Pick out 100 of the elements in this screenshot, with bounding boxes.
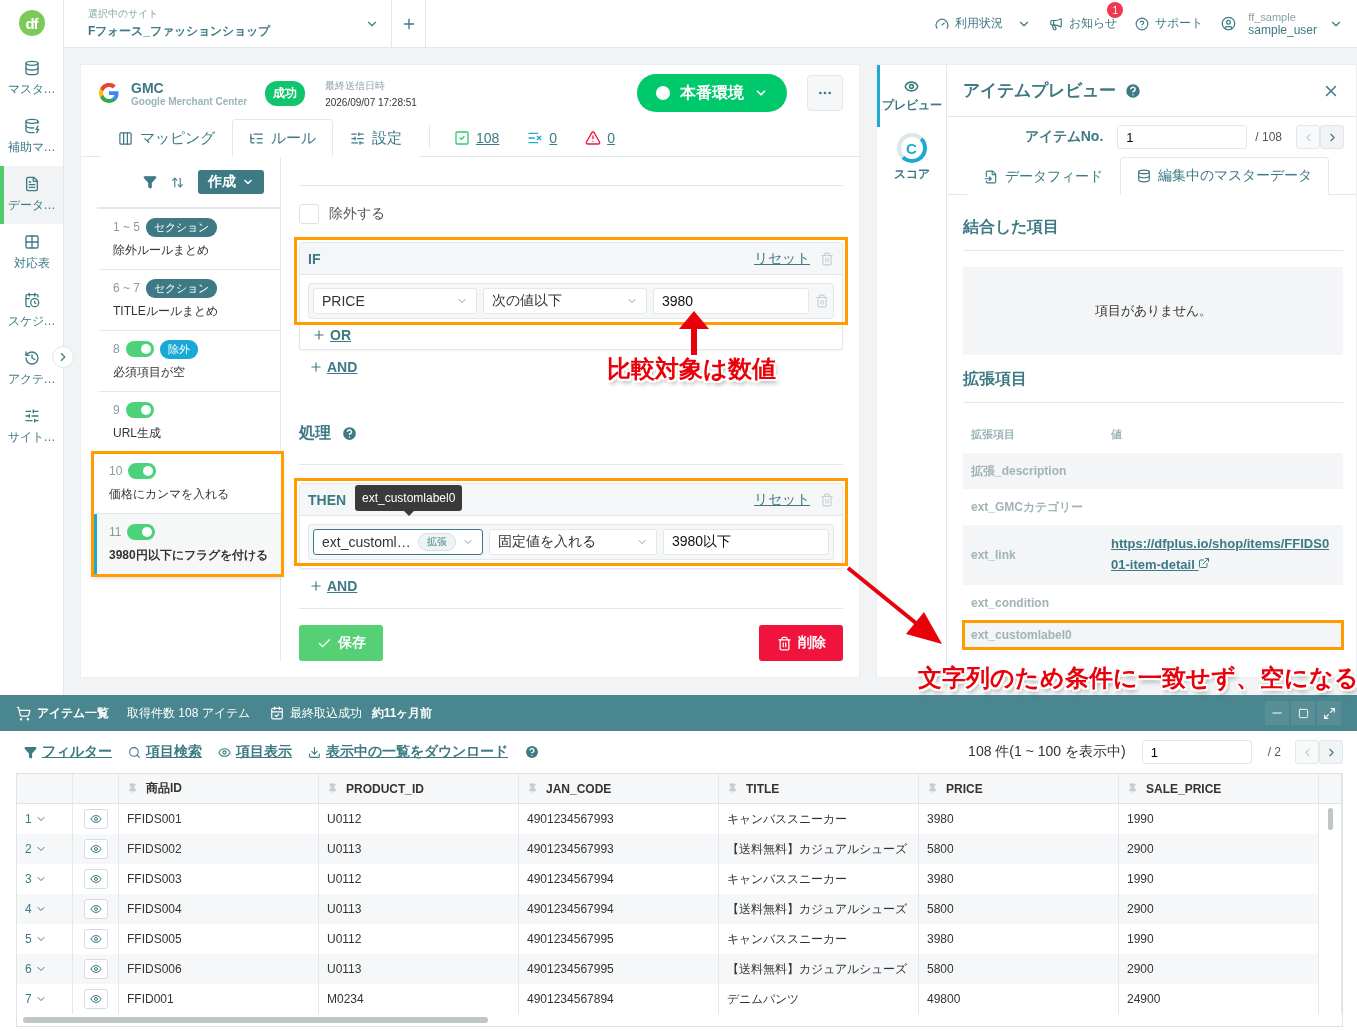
reset-link[interactable]: リセット	[754, 249, 810, 268]
panel-title: アイテムプレビュー	[963, 80, 1116, 102]
prev-button[interactable]	[1295, 740, 1319, 764]
row-expander[interactable]: 4	[25, 902, 47, 916]
toggle-switch[interactable]	[127, 524, 156, 540]
column-header[interactable]: 商品ID	[119, 774, 319, 804]
header-menu-item[interactable]: 利用状況	[935, 15, 1032, 32]
count-link[interactable]: 0	[527, 130, 558, 146]
trash-icon[interactable]	[815, 294, 829, 308]
restore-button[interactable]	[1291, 701, 1315, 725]
field-select[interactable]: PRICE	[313, 288, 477, 314]
preview-button[interactable]	[83, 899, 108, 919]
value-field[interactable]: 3980	[653, 288, 809, 314]
toggle-switch[interactable]	[128, 463, 157, 479]
rule-item[interactable]: 10 価格にカンマを入れる	[93, 453, 282, 514]
eye-icon	[89, 903, 102, 915]
table-cell: FFIDS002	[119, 834, 319, 864]
pin-icon[interactable]	[527, 783, 538, 794]
preview-button[interactable]	[83, 839, 108, 859]
add-and-link[interactable]: AND	[309, 359, 358, 375]
nav-item[interactable]: マスタ…	[0, 50, 63, 108]
preview-button[interactable]	[83, 869, 108, 889]
nav-item[interactable]: 対応表	[0, 224, 63, 282]
field-select[interactable]: ext_customl… 拡張	[313, 529, 483, 555]
rule-item[interactable]: 11 3980円以下にフラグを付ける	[93, 514, 282, 575]
value-field[interactable]: 3980以下	[663, 529, 829, 555]
column-header[interactable]: SALE_PRICE	[1119, 774, 1319, 804]
item-total: / 108	[1255, 130, 1282, 144]
toggle-switch[interactable]	[125, 402, 154, 418]
maximize-button[interactable]	[1317, 701, 1341, 725]
trash-icon[interactable]	[820, 251, 834, 266]
row-expander[interactable]: 2	[25, 842, 47, 856]
help-icon[interactable]	[1124, 81, 1142, 100]
preview-button[interactable]	[83, 929, 108, 949]
column-header[interactable]: PRODUCT_ID	[319, 774, 519, 804]
rule-tag: セクション	[146, 278, 218, 298]
pin-icon[interactable]	[927, 783, 938, 794]
reset-link[interactable]: リセット	[754, 490, 810, 509]
nav-item[interactable]: スケジ…	[0, 282, 63, 340]
preview-button[interactable]	[83, 989, 108, 1009]
expand-button[interactable]	[52, 346, 74, 368]
user-menu[interactable]: ff_sample sample_user	[1221, 10, 1343, 37]
trash-icon[interactable]	[820, 492, 834, 507]
site-name: Fフォース_ファッションショップ	[88, 23, 270, 40]
create-button[interactable]: 作成	[198, 170, 264, 194]
side-tab[interactable]: プレビュー	[877, 65, 946, 127]
column-header[interactable]: JAN_CODE	[519, 774, 719, 804]
action-link[interactable]: フィルター	[24, 743, 112, 761]
prev-button[interactable]	[1296, 125, 1320, 149]
exclude-checkbox[interactable]	[299, 204, 319, 224]
header-menu-item[interactable]: お知らせ	[1049, 15, 1118, 32]
operator-select[interactable]: 固定値を入れる	[489, 529, 657, 555]
toggle-switch[interactable]	[125, 341, 154, 357]
nav-item[interactable]: 補助マ…	[0, 108, 63, 166]
row-expander[interactable]: 7	[25, 992, 47, 1006]
pin-icon[interactable]	[327, 783, 338, 794]
side-tab[interactable]: C スコア	[877, 127, 946, 189]
section-title: 結合した項目	[963, 195, 1343, 251]
rule-name: 3980円以下にフラグを付ける	[109, 547, 269, 564]
pin-icon[interactable]	[1127, 783, 1138, 794]
section-title: 処理	[299, 422, 331, 443]
page-field[interactable]: 1	[1141, 740, 1252, 764]
item-no-field[interactable]: 1	[1117, 125, 1248, 149]
nav-item[interactable]: アクテ…	[0, 340, 63, 398]
action-link[interactable]: 項目表示	[218, 743, 292, 761]
next-button[interactable]	[1320, 125, 1344, 149]
ext-link[interactable]: https://dfplus.io/shop/items/FFIDS001-item-detail	[1111, 534, 1335, 576]
action-link[interactable]: 表示中の一覧をダウンロード	[308, 743, 508, 761]
delete-button[interactable]: 削除	[759, 625, 843, 661]
count-link[interactable]: 0	[585, 130, 615, 146]
add-and-link[interactable]: AND	[309, 578, 358, 594]
preview-button[interactable]	[83, 959, 108, 979]
more-button[interactable]	[807, 75, 843, 111]
header-menu-item[interactable]: サポート	[1135, 15, 1204, 32]
nav-item[interactable]: データ…	[0, 166, 63, 224]
row-expander[interactable]: 5	[25, 932, 47, 946]
scrollbar[interactable]	[1327, 808, 1333, 830]
row-expander[interactable]: 3	[25, 872, 47, 886]
tab[interactable]: ルール	[232, 119, 333, 157]
filter-button[interactable]	[143, 175, 157, 189]
pin-icon[interactable]	[727, 783, 738, 794]
preview-button[interactable]	[83, 809, 108, 829]
scrollbar[interactable]	[23, 1017, 488, 1023]
count-link[interactable]: 108	[454, 130, 500, 146]
minimize-button[interactable]	[1265, 701, 1289, 725]
sort-button[interactable]	[171, 175, 184, 189]
help-icon[interactable]	[524, 744, 540, 760]
next-button[interactable]	[1319, 740, 1343, 764]
pin-icon[interactable]	[127, 783, 138, 794]
row-expander[interactable]: 6	[25, 962, 47, 976]
tab[interactable]: 編集中のマスターデータ	[1120, 157, 1329, 195]
help-icon[interactable]	[341, 424, 358, 442]
action-link[interactable]: 項目検索	[128, 743, 202, 761]
nav-icon	[23, 176, 40, 192]
row-expander[interactable]: 1	[25, 812, 47, 826]
nav-item[interactable]: サイト…	[0, 398, 63, 456]
column-header[interactable]: TITLE	[719, 774, 919, 804]
operator-select[interactable]: 次の値以下	[483, 288, 647, 314]
add-or-link[interactable]: OR	[312, 327, 351, 343]
column-header[interactable]: PRICE	[919, 774, 1119, 804]
